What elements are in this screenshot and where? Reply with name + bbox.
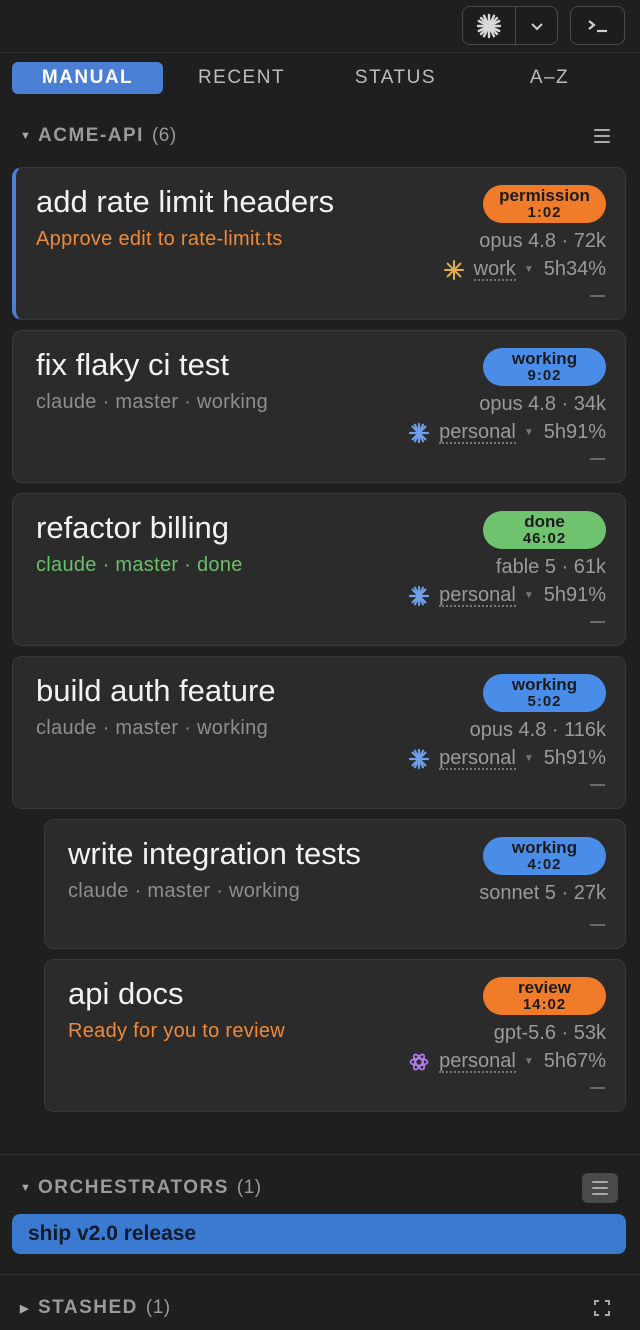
model-info: opus 4.8 · 34k [479,393,606,415]
session-subtitle: claude · master · working [36,391,269,413]
group-header-stashed[interactable]: ▶ STASHED (1) [0,1288,640,1328]
group-label: ORCHESTRATORS (1) [38,1177,262,1198]
placeholder-dash [590,621,605,623]
atom-icon [409,1052,429,1072]
group-header-orchestrators[interactable]: ▼ ORCHESTRATORS (1) [0,1168,640,1208]
group-header-acme-api[interactable]: ▼ ACME-API (6) [0,116,640,156]
session-card[interactable]: write integration tests claude · master … [44,819,626,949]
tab-recent[interactable]: RECENT [166,62,317,94]
caret-down-icon: ▼ [523,264,534,275]
model-info: opus 4.8 · 116k [469,719,606,741]
caret-down-icon: ▼ [523,427,534,438]
menu-icon [592,1181,608,1195]
account-name: work [473,257,516,281]
placeholder-dash [590,924,605,926]
usage-label: 5h91% [543,747,606,769]
usage-label: 5h91% [543,421,606,443]
session-subtitle: claude · master · working [68,880,301,902]
tab-status[interactable]: STATUS [320,62,471,94]
sparkle-icon [409,748,430,769]
placeholder-dash [590,295,605,297]
sun-icon [443,259,464,280]
session-title: write integration tests [68,836,361,871]
session-card[interactable]: api docs Ready for you to review review 1… [44,959,626,1112]
account-selector[interactable]: personal ▼ 5h91% [409,584,606,607]
placeholder-dash [590,1087,605,1089]
account-selector[interactable]: personal ▼ 5h67% [409,1050,606,1073]
session-card[interactable]: fix flaky ci test claude · master · work… [12,330,626,483]
session-title: refactor billing [36,510,229,545]
account-name: personal [439,746,516,770]
session-title: fix flaky ci test [36,347,229,382]
session-subtitle: Approve edit to rate-limit.ts [36,228,283,250]
sort-tabs: MANUAL RECENT STATUS A–Z [0,54,640,104]
session-card[interactable]: refactor billing claude · master · done … [12,493,626,646]
expand-icon[interactable] [594,1300,610,1316]
placeholder-dash [590,784,605,786]
status-badge: permission 1:02 [483,185,606,223]
status-badge: review 14:02 [483,977,606,1015]
expand-triangle-icon[interactable]: ▶ [20,1302,30,1315]
session-subtitle: claude · master · working [36,717,269,739]
model-info: gpt-5.6 · 53k [493,1022,606,1044]
session-title: api docs [68,976,184,1011]
account-name: personal [439,583,516,607]
session-subtitle: claude · master · done [36,554,243,576]
caret-down-icon: ▼ [523,590,534,601]
status-badge: working 9:02 [483,348,606,386]
session-title: add rate limit headers [36,184,335,219]
account-selector[interactable]: personal ▼ 5h91% [409,747,606,770]
tab-manual[interactable]: MANUAL [12,62,163,94]
provider-split-button[interactable] [462,6,558,45]
model-info: opus 4.8 · 72k [479,230,606,252]
usage-label: 5h91% [543,584,606,606]
orchestrator-label: ship v2.0 release [28,1222,197,1245]
sparkle-icon [409,585,430,606]
session-card[interactable]: build auth feature claude · master · wor… [12,656,626,809]
caret-down-icon: ▼ [523,1056,534,1067]
session-title: build auth feature [36,673,276,708]
group-label: STASHED (1) [38,1297,171,1318]
divider [0,1274,640,1275]
terminal-icon [587,19,607,32]
placeholder-dash [590,458,605,460]
group-label: ACME-API (6) [38,125,177,146]
menu-button[interactable] [582,1173,618,1203]
account-name: personal [439,1049,516,1073]
tab-a-z[interactable]: A–Z [474,62,625,94]
status-badge: working 4:02 [483,837,606,875]
caret-down-icon: ▼ [523,753,534,764]
top-toolbar [0,0,640,53]
model-info: sonnet 5 · 27k [479,882,606,904]
divider [0,1154,640,1155]
usage-label: 5h34% [543,258,606,280]
menu-icon[interactable] [594,129,610,143]
orchestrator-item[interactable]: ship v2.0 release [12,1214,626,1254]
session-subtitle: Ready for you to review [68,1020,285,1042]
account-selector[interactable]: personal ▼ 5h91% [409,421,606,444]
account-name: personal [439,420,516,444]
usage-label: 5h67% [543,1050,606,1072]
sparkle-icon [409,422,430,443]
status-badge: working 5:02 [483,674,606,712]
session-card[interactable]: add rate limit headers Approve edit to r… [12,167,626,320]
claude-sparkle-icon[interactable] [463,7,516,44]
model-info: fable 5 · 61k [495,556,606,578]
chevron-down-icon[interactable] [516,7,557,44]
collapse-triangle-icon[interactable]: ▼ [20,1182,32,1194]
collapse-triangle-icon[interactable]: ▼ [20,130,32,142]
status-badge: done 46:02 [483,511,606,549]
account-selector[interactable]: work ▼ 5h34% [443,257,606,281]
terminal-button[interactable] [570,6,625,45]
